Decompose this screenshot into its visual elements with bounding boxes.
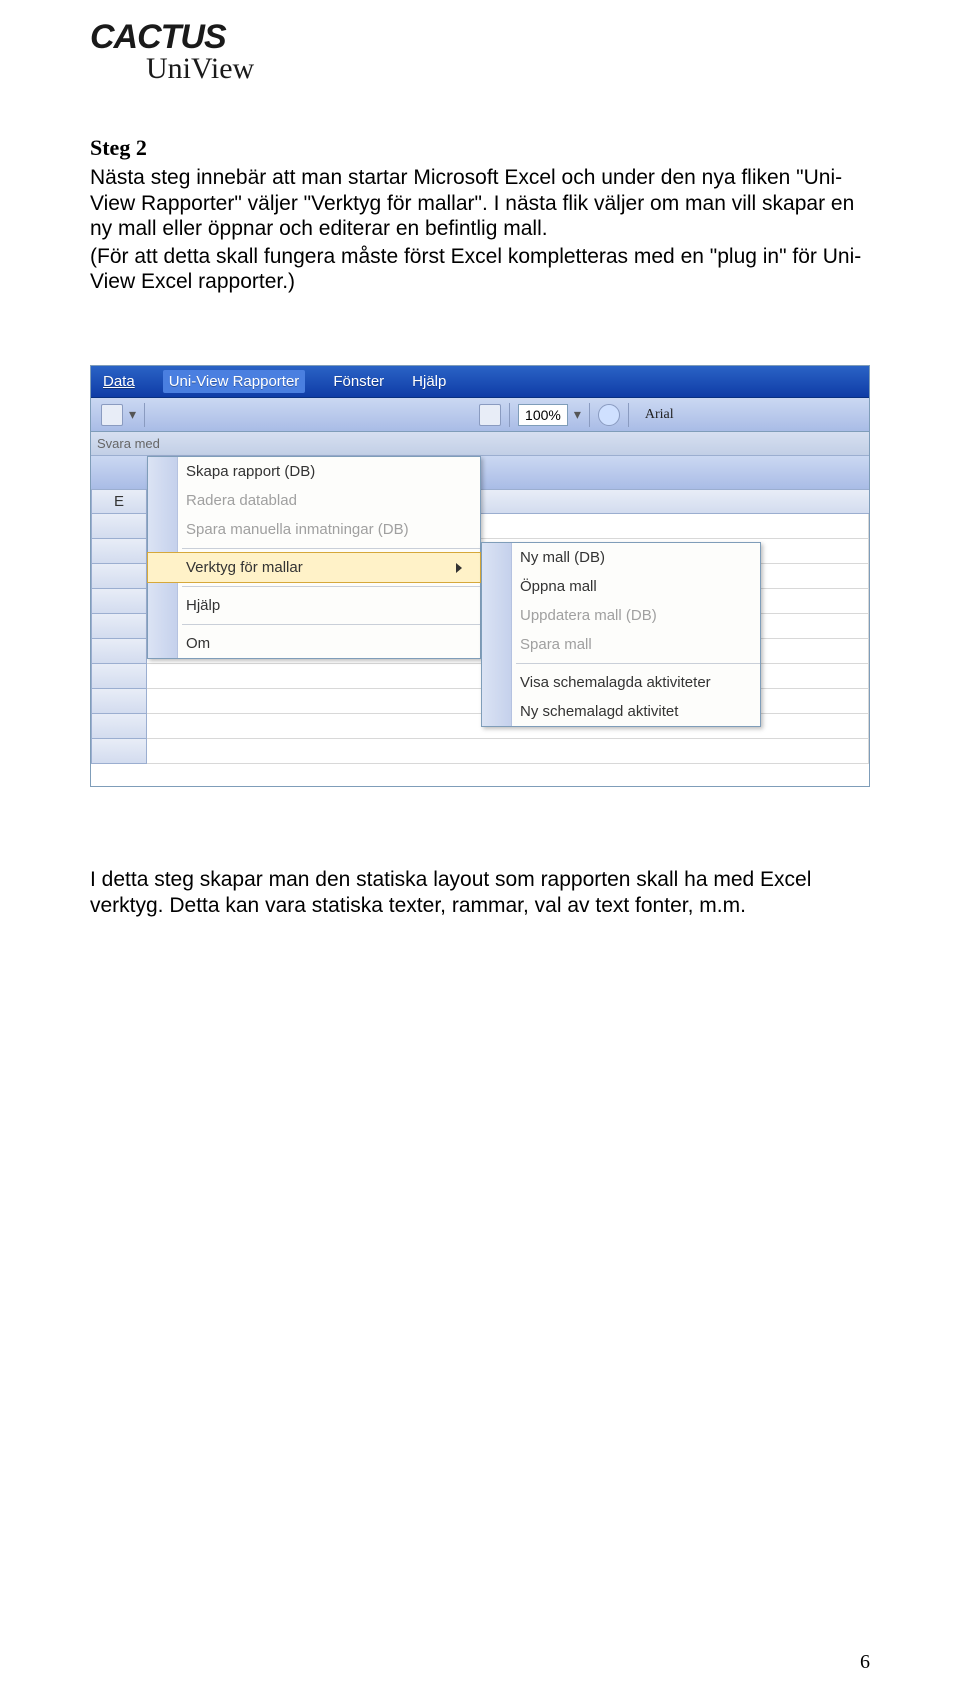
submenu-visa-schemalagda[interactable]: Visa schemalagda aktiviteter [482, 668, 760, 697]
menu-item-verktyg-for-mallar[interactable]: Verktyg för mallar [147, 552, 481, 583]
chevron-right-icon [456, 563, 462, 573]
logo-line2: UniView [90, 52, 870, 85]
submenu-oppna-mall[interactable]: Öppna mall [482, 572, 760, 601]
zoom-level[interactable]: 100% [518, 404, 568, 426]
paragraph-1: Nästa steg innebär att man startar Micro… [90, 165, 870, 242]
step-heading: Steg 2 [90, 135, 870, 161]
excel-screenshot: Data Uni-View Rapporter Fönster Hjälp ▾ … [90, 365, 870, 787]
logo-line1: CACTUS [90, 20, 870, 54]
menu-univiewrapporter[interactable]: Uni-View Rapporter [163, 370, 306, 393]
paragraph-3: I detta steg skapar man den statiska lay… [90, 867, 870, 918]
submenu-spara-mall: Spara mall [482, 630, 760, 659]
submenu-ny-mall[interactable]: Ny mall (DB) [482, 543, 760, 572]
menu-data[interactable]: Data [103, 373, 135, 390]
column-header-e[interactable]: E [91, 490, 147, 514]
submenu-ny-schemalagd[interactable]: Ny schemalagd aktivitet [482, 697, 760, 726]
menu-fonster[interactable]: Fönster [333, 373, 384, 390]
menubar: Data Uni-View Rapporter Fönster Hjälp [91, 366, 869, 398]
menu-item-om[interactable]: Om [148, 629, 480, 658]
menu-hjalp[interactable]: Hjälp [412, 373, 446, 390]
toolbar-icon[interactable] [479, 404, 501, 426]
logo: CACTUS UniView [90, 20, 870, 85]
page-number: 6 [860, 1651, 870, 1674]
submenu-uppdatera-mall: Uppdatera mall (DB) [482, 601, 760, 630]
svara-row: Svara med [91, 432, 869, 456]
toolbar-icon[interactable] [101, 404, 123, 426]
toolbar: ▾ 100% ▾ Arial [91, 398, 869, 432]
menu-item-skapa-rapport[interactable]: Skapa rapport (DB) [148, 457, 480, 486]
menu-item-radera-datablad: Radera datablad [148, 486, 480, 515]
menu-item-hjalp[interactable]: Hjälp [148, 591, 480, 620]
dropdown-menu-main: Skapa rapport (DB) Radera datablad Spara… [147, 456, 481, 659]
help-icon[interactable] [598, 404, 620, 426]
dropdown-submenu: Ny mall (DB) Öppna mall Uppdatera mall (… [481, 542, 761, 727]
menu-item-spara-manuella: Spara manuella inmatningar (DB) [148, 515, 480, 544]
font-name[interactable]: Arial [645, 407, 674, 423]
paragraph-2: (För att detta skall fungera måste först… [90, 244, 870, 295]
